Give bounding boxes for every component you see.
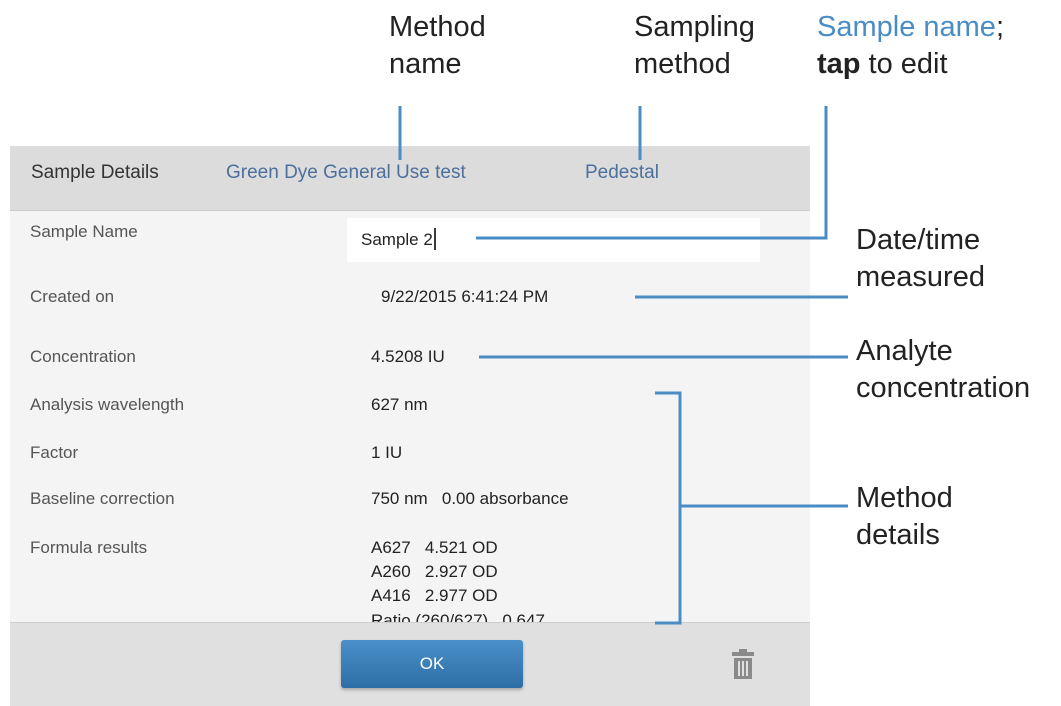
callout-analyte: Analyte concentration — [856, 333, 1030, 407]
callout-method-details: Method details — [856, 480, 953, 554]
callout-sample-name: Sample name; tap to edit — [817, 9, 1004, 83]
callout-line: tap to edit — [817, 46, 1004, 83]
annotated-screenshot: Sample Details Green Dye General Use tes… — [0, 0, 1061, 706]
callout-method-name: Method name — [389, 9, 486, 83]
callout-date-time: Date/time measured — [856, 222, 985, 296]
callout-line: Method — [389, 11, 486, 43]
callout-line: Sampling — [634, 11, 755, 43]
callout-line: Date/time — [856, 224, 981, 256]
leader-line-sample-name — [476, 106, 828, 240]
callout-rest: to edit — [860, 48, 948, 80]
callout-line: name — [389, 48, 462, 80]
callout-line: measured — [856, 261, 985, 293]
callout-line: concentration — [856, 372, 1031, 404]
bracket-method-details — [655, 391, 682, 625]
callout-line: details — [856, 519, 940, 551]
callout-sampling-method: Sampling method — [634, 9, 755, 83]
callout-line: Method — [856, 482, 953, 514]
callout-line: method — [634, 48, 731, 80]
callout-highlight: Sample name — [817, 11, 996, 43]
callout-separator: ; — [995, 11, 1004, 43]
callout-line: Analyte — [856, 335, 953, 367]
callout-bold: tap — [817, 48, 861, 80]
callout-line: Sample name; — [817, 9, 1004, 46]
